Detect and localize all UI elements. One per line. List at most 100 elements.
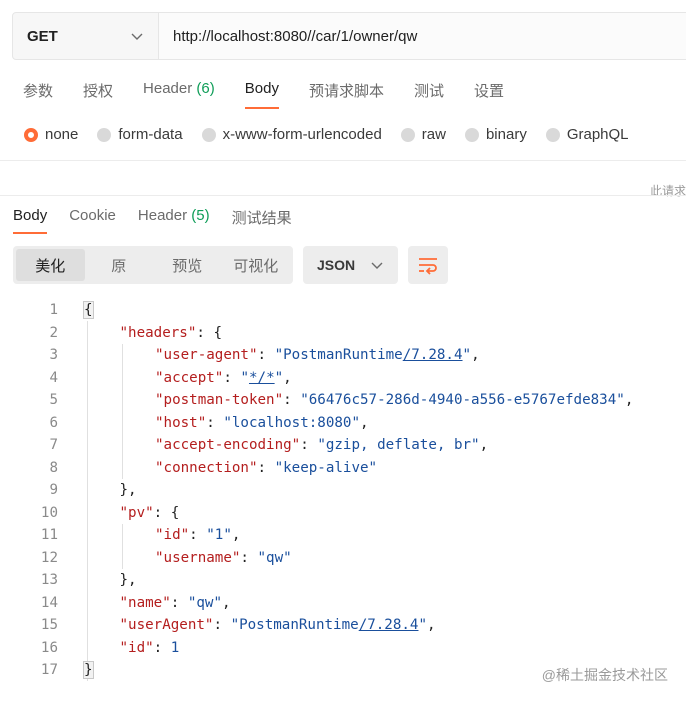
line-number: 2: [49, 324, 58, 341]
json-key: "accept-encoding": [155, 437, 301, 453]
line-text: "headers": {: [120, 322, 223, 345]
json-value: "localhost:8080": [223, 414, 361, 431]
line-text: "host": "localhost:8080",: [155, 412, 369, 435]
response-tab[interactable]: Header (5): [138, 207, 210, 228]
view-mode-option[interactable]: 可视化: [222, 249, 291, 281]
truncated-hint-text: 此请求: [649, 184, 686, 198]
json-punctuation: {: [83, 301, 94, 319]
watermark: @稀土掘金技术社区: [541, 667, 668, 683]
json-value: ": [274, 369, 284, 386]
chevron-down-icon: [371, 262, 383, 269]
code-line: 3 "user-agent": "PostmanRuntime/7.28.4",: [0, 344, 686, 367]
request-tab[interactable]: 授权: [83, 80, 113, 106]
tab-label: 测试结果: [231, 210, 292, 227]
line-number: 16: [40, 639, 58, 656]
line-number: 4: [49, 369, 58, 386]
line-text: "id": "1",: [155, 524, 240, 547]
json-punctuation: }: [83, 661, 94, 679]
tab-label: Body: [244, 80, 279, 97]
response-tab[interactable]: Cookie: [69, 207, 116, 228]
radio-circle-icon: [24, 127, 38, 142]
radio-circle-icon: [201, 127, 216, 142]
body-type-radio[interactable]: none: [24, 126, 78, 143]
request-tab[interactable]: 参数: [23, 80, 53, 106]
divider: [0, 195, 686, 196]
json-key: "postman-token": [155, 392, 284, 408]
radio-label: GraphQL: [566, 126, 629, 143]
line-text: "name": "qw",: [120, 592, 231, 615]
json-punctuation: ,: [360, 414, 369, 431]
line-number: 5: [49, 392, 58, 408]
json-punctuation: :: [257, 347, 275, 363]
tab-count: (5): [191, 207, 210, 224]
view-mode-option[interactable]: 美化: [16, 249, 85, 281]
json-value: 1: [170, 639, 180, 656]
response-tab[interactable]: Body: [13, 207, 48, 234]
json-key: "id": [155, 527, 190, 543]
format-label: JSON: [317, 257, 356, 273]
radio-label: form-data: [118, 126, 183, 143]
json-punctuation: ,: [479, 437, 489, 453]
line-text: "pv": {: [120, 502, 180, 525]
json-key: "id": [119, 639, 154, 656]
request-tab[interactable]: Header (6): [143, 80, 215, 106]
line-number: 12: [40, 549, 58, 566]
line-number: 15: [40, 617, 58, 633]
body-type-radio[interactable]: x-www-form-urlencoded: [201, 126, 382, 143]
request-url-bar: GET http://localhost:8080//car/1/owner/q…: [12, 12, 686, 60]
json-value: "1": [206, 527, 232, 543]
wrap-lines-icon: [419, 258, 437, 275]
response-body-code[interactable]: 1{2 "headers": {3 "user-agent": "PostmanRu…: [0, 299, 686, 682]
line-number: 14: [40, 594, 58, 611]
json-key: "accept": [155, 369, 224, 386]
body-type-options: none form-data x-www-form-urlencoded raw bin…: [24, 126, 648, 143]
json-key: "userAgent": [119, 617, 214, 633]
tab-label: Body: [13, 207, 48, 224]
request-tab[interactable]: 预请求脚本: [309, 80, 384, 106]
json-punctuation: :: [257, 459, 275, 476]
json-key: "connection": [155, 459, 258, 476]
line-text: "accept": "*/*",: [155, 367, 292, 390]
request-tab[interactable]: Body: [244, 80, 280, 109]
request-tabs: 参数 授权 Header (6) Body 预请求脚本 测试 设置: [23, 80, 534, 109]
body-type-radio[interactable]: raw: [400, 126, 446, 143]
json-punctuation: ,: [471, 347, 480, 363]
wrap-lines-button[interactable]: [408, 246, 448, 284]
json-punctuation: :: [170, 594, 188, 611]
view-mode-option[interactable]: 原: [85, 249, 154, 281]
request-tab[interactable]: 设置: [474, 80, 504, 106]
url-input[interactable]: http://localhost:8080//car/1/owner/qw: [159, 13, 686, 59]
body-type-radio[interactable]: form-data: [97, 126, 183, 143]
line-text: "accept-encoding": "gzip, deflate, br",: [155, 434, 488, 457]
json-punctuation: ,: [222, 594, 231, 611]
line-text: {: [83, 299, 94, 322]
json-key: "pv": [119, 504, 154, 521]
tab-label: 参数: [23, 83, 54, 100]
line-text: "id": 1: [120, 637, 180, 660]
json-value: ": [462, 347, 472, 363]
tab-count: (6): [196, 80, 215, 97]
code-line: 6 "host": "localhost:8080",: [0, 412, 686, 435]
view-mode-option[interactable]: 预览: [153, 249, 222, 281]
response-tab[interactable]: 测试结果: [232, 207, 292, 228]
format-select[interactable]: JSON: [303, 246, 398, 284]
body-type-radio[interactable]: GraphQL: [545, 126, 629, 143]
json-value: "PostmanRuntime: [274, 347, 403, 363]
json-key: "host": [155, 414, 207, 431]
line-number: 6: [49, 414, 58, 431]
line-number: 3: [49, 347, 58, 363]
json-value: */*: [248, 369, 275, 386]
json-value: "66476c57-286d-4940-a556-e5767efde834": [300, 392, 625, 408]
json-value: ": [240, 369, 249, 386]
code-line: 5 "postman-token": "66476c57-286d-4940-a5…: [0, 389, 686, 412]
request-tab[interactable]: 测试: [414, 80, 444, 106]
line-text: },: [120, 479, 137, 502]
json-punctuation: ,: [231, 527, 241, 543]
body-type-radio[interactable]: binary: [464, 126, 527, 143]
method-select[interactable]: GET: [13, 13, 159, 59]
json-key: "headers": [119, 324, 197, 341]
json-value: "PostmanRuntime: [230, 617, 359, 633]
json-punctuation: :: [206, 414, 224, 431]
line-text: "userAgent": "PostmanRuntime/7.28.4",: [120, 614, 436, 637]
json-value: ": [418, 617, 428, 633]
